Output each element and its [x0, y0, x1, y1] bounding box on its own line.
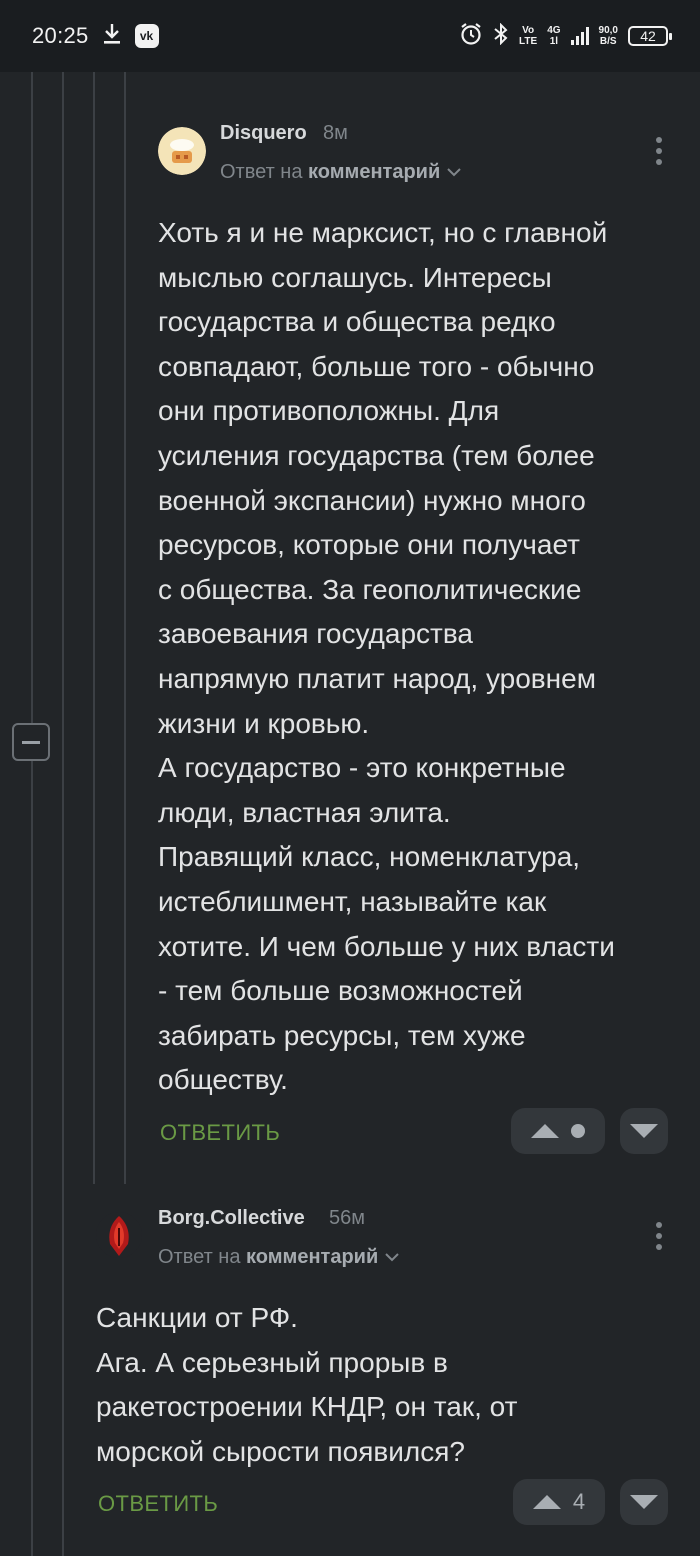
thread-line	[31, 72, 33, 723]
upvote-icon[interactable]	[532, 1495, 561, 1509]
reply-to-prefix: Ответ на	[220, 161, 303, 183]
downvote-icon	[630, 1495, 658, 1509]
reply-button[interactable]: ОТВЕТИТЬ	[98, 1491, 218, 1517]
signal-icon	[570, 27, 589, 45]
reply-button[interactable]: ОТВЕТИТЬ	[160, 1120, 280, 1146]
thread-line	[124, 72, 126, 1184]
vote-widget: 4	[513, 1479, 605, 1525]
downvote-button[interactable]	[620, 1108, 668, 1154]
comment-username[interactable]: Disquero	[220, 122, 307, 145]
avatar[interactable]	[96, 1212, 142, 1258]
more-options-icon[interactable]	[655, 137, 663, 165]
comment-time: 8м	[323, 122, 348, 144]
volte-indicator: Vo LTE	[519, 25, 538, 47]
comment-username[interactable]: Borg.Collective	[158, 1207, 305, 1230]
status-bar: 20:25 vk Vo LTE 4G 1l 90,0 B/S 42	[0, 0, 700, 72]
thread-line	[31, 761, 33, 1556]
reply-to-link[interactable]: Ответ на комментарий	[158, 1246, 400, 1269]
comment: Borg.Collective 56м Ответ на комментарий…	[96, 1205, 678, 1535]
reply-to-target: комментарий	[308, 161, 441, 183]
collapse-thread-button[interactable]	[12, 723, 50, 761]
status-time: 20:25	[32, 23, 89, 48]
downvote-icon	[630, 1124, 658, 1138]
chevron-down-icon	[446, 161, 462, 183]
avatar[interactable]	[158, 127, 206, 175]
downvote-button[interactable]	[620, 1479, 668, 1525]
reply-to-link[interactable]: Ответ на комментарий	[220, 161, 462, 184]
bluetooth-icon	[493, 22, 509, 50]
comment-text: Санкции от РФ. Ага. А серьезный прорыв в…	[96, 1302, 518, 1467]
upvote-icon[interactable]	[531, 1124, 559, 1138]
reply-to-prefix: Ответ на	[158, 1246, 241, 1268]
download-icon	[103, 23, 121, 50]
comment: Disquero 8м Ответ на комментарий Хоть я …	[158, 120, 678, 1160]
more-options-icon[interactable]	[655, 1222, 663, 1250]
minus-icon	[22, 740, 40, 744]
comment-score: 4	[572, 1489, 586, 1514]
comment-text: Хоть я и не марксист, но с главной мысль…	[158, 217, 615, 1096]
vk-icon: vk	[134, 24, 159, 48]
score-hidden-icon	[571, 1124, 585, 1138]
comment-time: 56м	[329, 1207, 365, 1229]
alarm-icon	[459, 22, 483, 51]
network-type: 4G 1l	[547, 25, 561, 47]
thread-line	[62, 72, 64, 1556]
battery-icon: 42	[628, 26, 672, 46]
thread-line	[93, 72, 95, 1184]
reply-to-target: комментарий	[246, 1246, 379, 1268]
network-speed: 90,0 B/S	[598, 25, 618, 47]
vote-widget	[511, 1108, 605, 1154]
chevron-down-icon	[384, 1246, 400, 1268]
